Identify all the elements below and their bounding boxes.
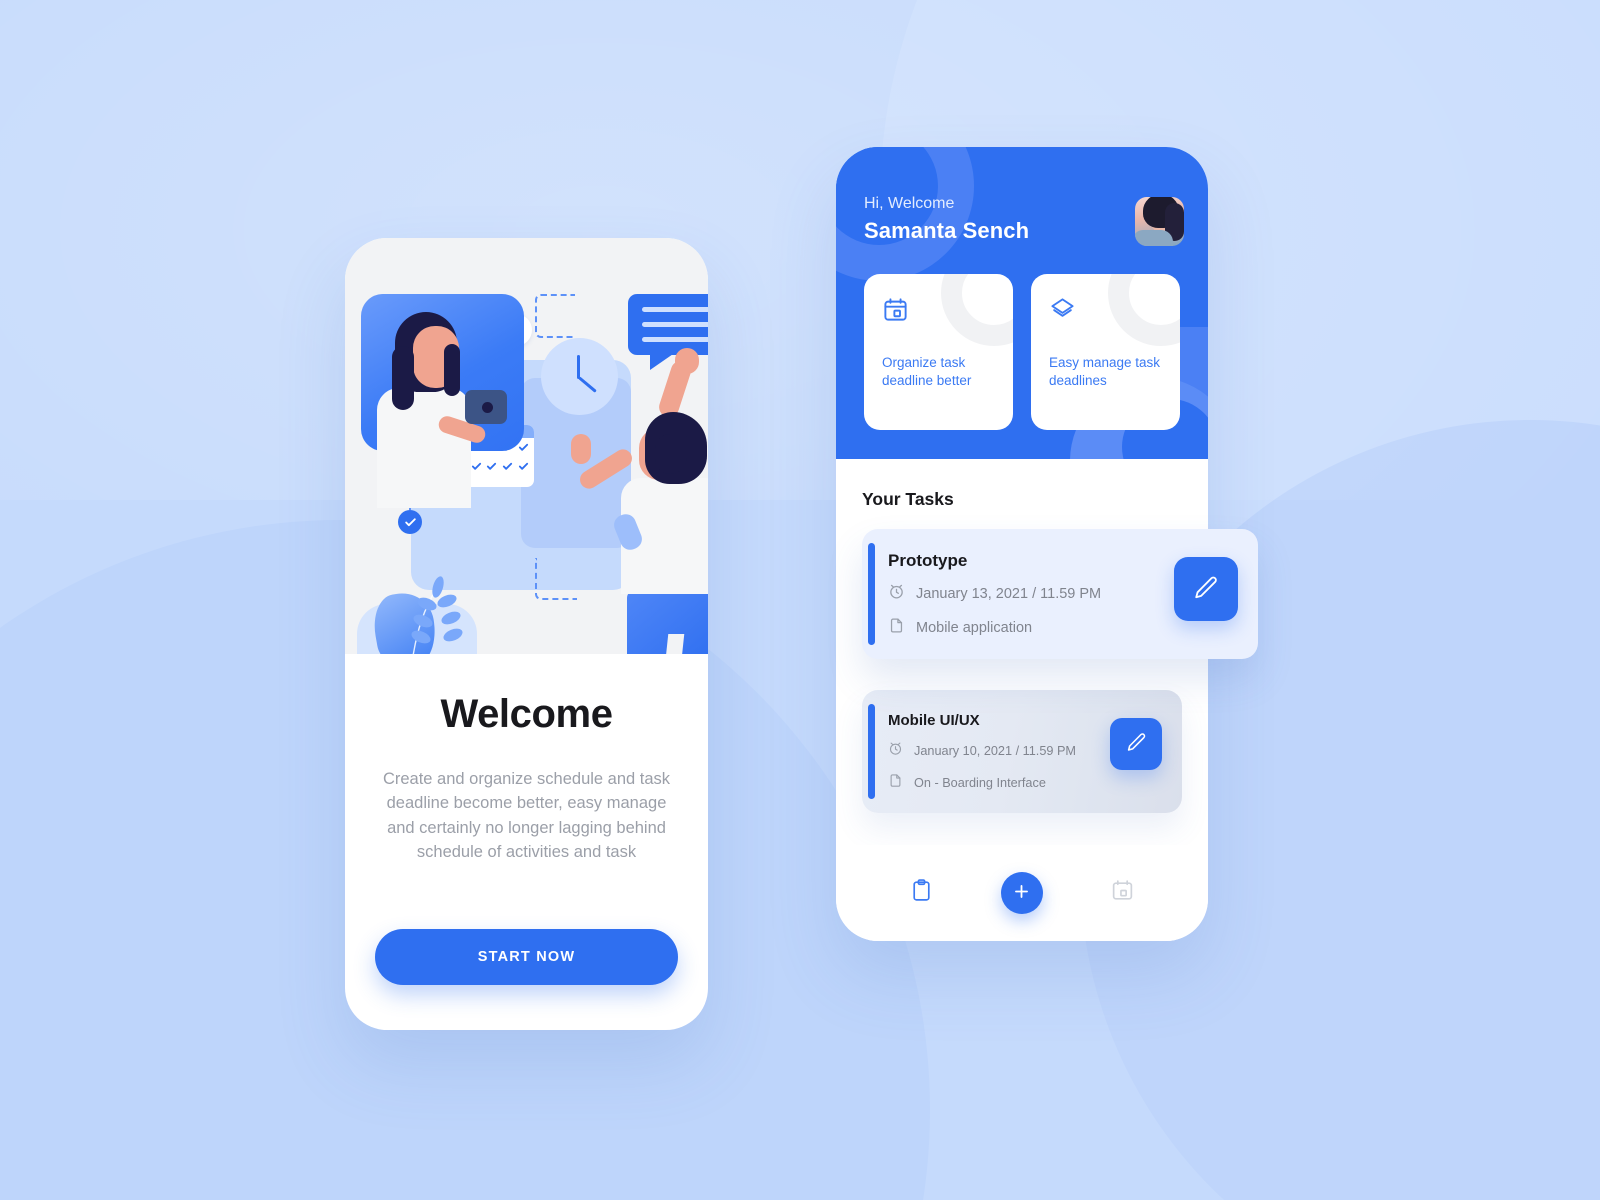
tasks-section-title: Your Tasks <box>862 489 954 509</box>
task-details: Prototype January 13, 2021 / 11.59 PM Mo… <box>888 551 1174 639</box>
task-accent-bar <box>868 543 875 645</box>
person-left-hair-left <box>392 346 414 410</box>
task-title: Mobile UI/UX <box>888 712 980 729</box>
welcome-description: Create and organize schedule and task de… <box>382 770 671 862</box>
task-category: On - Boarding Interface <box>888 773 1110 793</box>
tablet-dot <box>482 402 493 413</box>
task-category-text: On - Boarding Interface <box>914 776 1046 790</box>
add-task-button[interactable] <box>1000 872 1043 914</box>
speech-bubble-icon <box>628 294 708 370</box>
calendar-icon <box>882 298 909 327</box>
bottom-navigation <box>836 845 1208 941</box>
feature-card-decoration-ring <box>941 274 1013 346</box>
feature-card-text: Organize task deadline better <box>882 355 972 389</box>
person-left-hair-right <box>444 344 460 396</box>
plant-branch-icon <box>411 576 463 654</box>
task-accent-bar <box>868 704 875 799</box>
avatar-jacket <box>1135 230 1173 246</box>
edit-task-button[interactable] <box>1110 718 1162 770</box>
person-right-hand-up <box>675 348 699 374</box>
dashed-connector-top <box>535 294 575 338</box>
page-title: Welcome <box>440 692 613 736</box>
clipboard-icon[interactable] <box>909 878 934 908</box>
feature-card-text: Easy manage task deadlines <box>1049 355 1161 389</box>
feature-card-manage[interactable]: Easy manage task deadlines <box>1031 274 1180 430</box>
person-left-body <box>377 388 471 508</box>
plus-icon <box>1012 882 1031 904</box>
feature-card-row: Organize task deadline better Easy manag… <box>864 274 1180 430</box>
user-name: Samanta Sench <box>864 218 1030 243</box>
start-now-button[interactable]: START NOW <box>375 928 678 985</box>
task-category: Mobile application <box>888 617 1174 639</box>
avatar[interactable] <box>1135 197 1184 246</box>
pencil-icon <box>1126 732 1147 756</box>
pencil-icon <box>1193 575 1219 604</box>
dashed-connector-bottom <box>535 558 577 600</box>
welcome-content: Welcome Create and organize schedule and… <box>345 654 708 985</box>
check-circle-icon <box>398 510 422 534</box>
feature-card-decoration-ring <box>1108 274 1180 346</box>
task-row[interactable]: Prototype January 13, 2021 / 11.59 PM Mo… <box>862 529 1258 659</box>
person-right-hair-front <box>655 434 687 474</box>
welcome-phone-screen: Welcome Create and organize schedule and… <box>345 238 708 1030</box>
alarm-clock-icon <box>888 583 905 605</box>
task-date-text: January 10, 2021 / 11.59 PM <box>914 744 1076 758</box>
file-icon <box>888 773 903 793</box>
greeting-label: Hi, Welcome <box>864 195 955 212</box>
feature-card-organize[interactable]: Organize task deadline better <box>864 274 1013 430</box>
tasks-header: Hi, Welcome Samanta Sench Organize task … <box>836 147 1208 459</box>
task-due-date: January 10, 2021 / 11.59 PM <box>888 741 1110 761</box>
task-details: Mobile UI/UX January 10, 2021 / 11.59 PM <box>888 712 1110 793</box>
page-background <box>0 0 1600 1200</box>
task-due-date: January 13, 2021 / 11.59 PM <box>888 583 1174 605</box>
clock-hand-hour <box>577 355 580 379</box>
bg-decoration-sheen <box>0 0 1600 500</box>
task-category-text: Mobile application <box>916 620 1033 636</box>
calendar-icon[interactable] <box>1110 878 1135 908</box>
welcome-illustration <box>345 238 708 654</box>
layers-icon <box>1049 298 1076 327</box>
person-right-hand-front <box>571 434 591 464</box>
edit-task-button[interactable] <box>1174 557 1238 621</box>
task-date-text: January 13, 2021 / 11.59 PM <box>916 586 1102 602</box>
alarm-clock-icon <box>888 741 903 761</box>
task-row[interactable]: Mobile UI/UX January 10, 2021 / 11.59 PM <box>862 690 1182 813</box>
task-title: Prototype <box>888 551 968 570</box>
file-icon <box>888 617 905 639</box>
person-right-pants-gap <box>665 634 685 654</box>
